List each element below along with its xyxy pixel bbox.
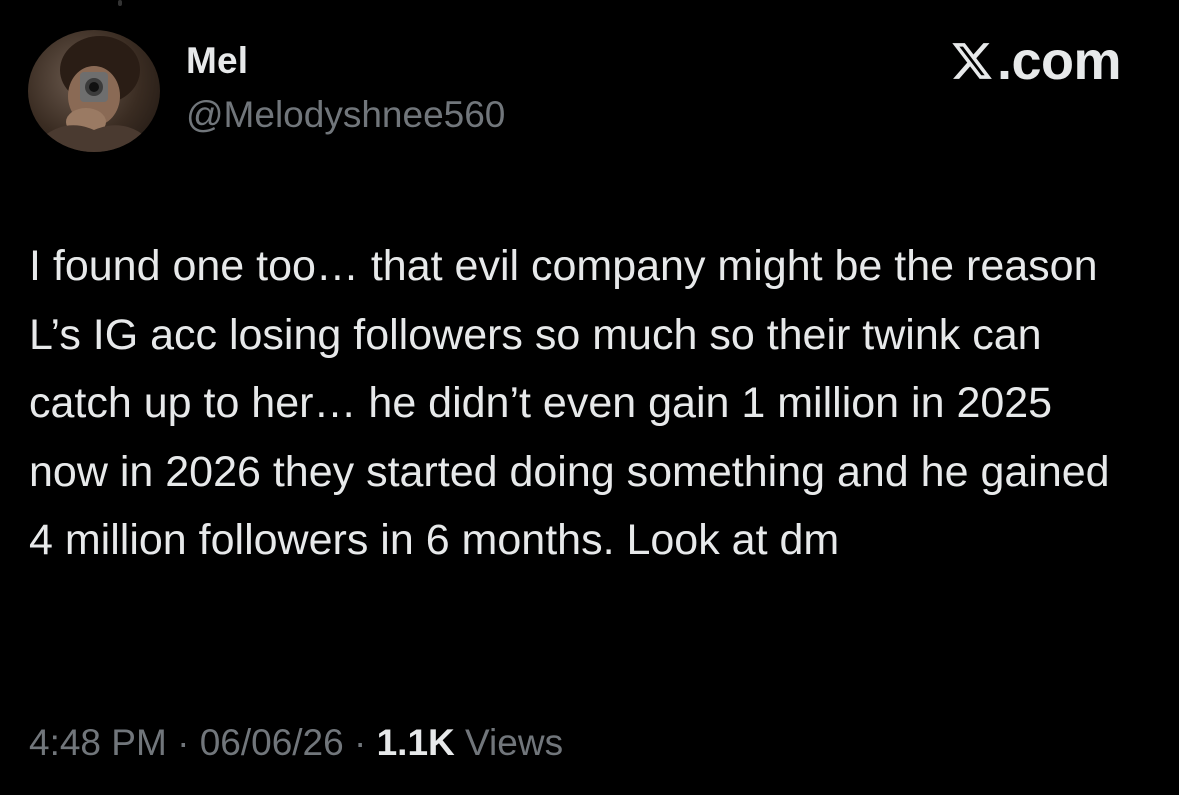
views-label: Views xyxy=(454,722,564,763)
avatar[interactable] xyxy=(28,30,160,152)
meta-separator: · xyxy=(166,722,200,763)
views-count[interactable]: 1.1K xyxy=(377,722,455,763)
tweet-text: I found one too… that evil company might… xyxy=(29,242,1122,564)
x-logo-icon xyxy=(952,43,992,79)
tweet-meta: 4:48 PM · 06/06/26 · 1.1K Views xyxy=(29,722,563,764)
scroll-indicator xyxy=(118,0,122,6)
tweet-screenshot: Mel @Melodyshnee560 .com I found one too… xyxy=(0,0,1179,795)
brand-watermark: .com xyxy=(949,31,1122,91)
user-handle[interactable]: @Melodyshnee560 xyxy=(186,94,505,136)
tweet-time[interactable]: 4:48 PM xyxy=(29,722,167,763)
brand-text: .com xyxy=(996,31,1122,91)
meta-separator: · xyxy=(343,722,377,763)
display-name[interactable]: Mel xyxy=(186,40,248,82)
tweet-date[interactable]: 06/06/26 xyxy=(200,722,344,763)
avatar-photo-icon xyxy=(28,36,160,152)
